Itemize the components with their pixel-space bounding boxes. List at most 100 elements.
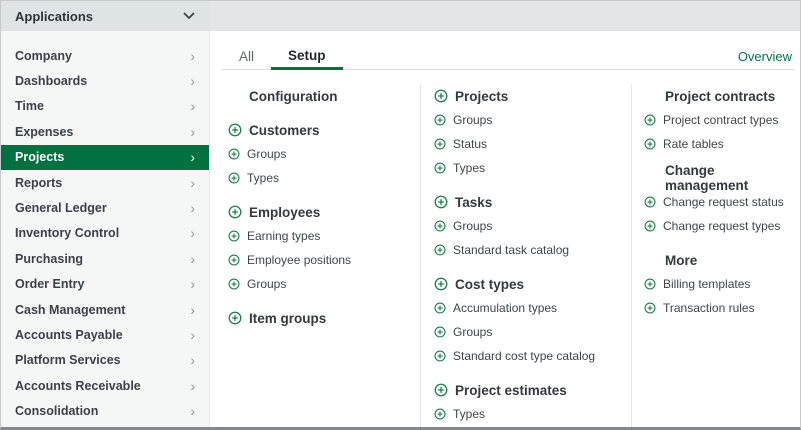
- chevron-right-icon: ›: [190, 150, 195, 164]
- menu-item-change-request-types[interactable]: Change request types: [644, 214, 800, 238]
- menu-item-estimate-types[interactable]: Types: [434, 402, 631, 426]
- menu-item-rate-tables[interactable]: Rate tables: [644, 132, 800, 156]
- add-icon: [434, 195, 448, 209]
- projects-menu-panel: All Setup Overview Configuration Custome…: [210, 31, 800, 427]
- menu-item-employee-positions[interactable]: Employee positions: [228, 248, 420, 272]
- menu-item-transaction-rules[interactable]: Transaction rules: [644, 296, 800, 320]
- add-icon: [644, 278, 656, 290]
- sidebar-item-projects[interactable]: Projects›: [1, 145, 209, 170]
- applications-menu-header[interactable]: Applications: [1, 1, 210, 31]
- sidebar-item-time[interactable]: Time›: [1, 94, 209, 119]
- chevron-down-icon[interactable]: [183, 12, 195, 20]
- menu-item-task-groups[interactable]: Groups: [434, 214, 631, 238]
- column-configuration: Configuration Customers Groups Types Emp…: [210, 84, 420, 427]
- add-icon: [644, 220, 656, 232]
- add-icon: [434, 244, 446, 256]
- menu-header-cost-types[interactable]: Cost types: [434, 272, 631, 296]
- section-header-configuration: Configuration: [228, 84, 420, 108]
- sidebar-item-consolidation[interactable]: Consolidation›: [1, 398, 209, 423]
- menu-item-project-groups[interactable]: Groups: [434, 108, 631, 132]
- add-icon: [228, 230, 240, 242]
- tab-all[interactable]: All: [222, 43, 271, 69]
- column-contracts-more: Project contracts Project contract types…: [631, 84, 800, 427]
- sidebar-item-reports[interactable]: Reports›: [1, 170, 209, 195]
- add-icon: [228, 148, 240, 160]
- add-icon: [434, 114, 446, 126]
- menu-item-earning-types[interactable]: Earning types: [228, 224, 420, 248]
- chevron-right-icon: ›: [190, 379, 195, 393]
- sidebar-item-accounts-payable[interactable]: Accounts Payable›: [1, 322, 209, 347]
- add-icon: [434, 138, 446, 150]
- add-icon: [228, 205, 242, 219]
- add-icon: [434, 408, 446, 420]
- add-icon: [228, 278, 240, 290]
- add-icon: [228, 254, 240, 266]
- chevron-right-icon: ›: [190, 49, 195, 63]
- add-icon: [434, 89, 448, 103]
- add-icon: [434, 220, 446, 232]
- tab-bar: All Setup Overview: [222, 31, 794, 70]
- add-icon: [228, 172, 240, 184]
- sidebar-item-company[interactable]: Company›: [1, 43, 209, 68]
- menu-item-billing-templates[interactable]: Billing templates: [644, 272, 800, 296]
- app-window: Applications Company› Dashboards› Time› …: [0, 0, 801, 430]
- sidebar-item-dashboards[interactable]: Dashboards›: [1, 68, 209, 93]
- sidebar-item-platform-services[interactable]: Platform Services›: [1, 348, 209, 373]
- menu-header-employees[interactable]: Employees: [228, 200, 420, 224]
- chevron-right-icon: ›: [190, 252, 195, 266]
- add-icon: [434, 277, 448, 291]
- column-projects: Projects Groups Status Types Tasks Group…: [420, 84, 631, 427]
- chevron-right-icon: ›: [190, 404, 195, 418]
- menu-item-accumulation-types[interactable]: Accumulation types: [434, 296, 631, 320]
- menu-item-customer-groups[interactable]: Groups: [228, 142, 420, 166]
- add-icon: [434, 326, 446, 338]
- add-icon: [644, 114, 656, 126]
- menu-header-projects[interactable]: Projects: [434, 84, 631, 108]
- sidebar-item-order-entry[interactable]: Order Entry›: [1, 272, 209, 297]
- add-icon: [644, 138, 656, 150]
- chevron-right-icon: ›: [190, 176, 195, 190]
- menu-header-item-groups[interactable]: Item groups: [228, 306, 420, 330]
- chevron-right-icon: ›: [190, 74, 195, 88]
- sidebar-item-accounts-receivable[interactable]: Accounts Receivable›: [1, 373, 209, 398]
- applications-sidebar: Company› Dashboards› Time› Expenses› Pro…: [1, 31, 210, 427]
- top-bar: Applications: [1, 1, 800, 31]
- menu-header-customers[interactable]: Customers: [228, 118, 420, 142]
- menu-item-change-request-status[interactable]: Change request status: [644, 190, 800, 214]
- sidebar-item-purchasing[interactable]: Purchasing›: [1, 246, 209, 271]
- applications-menu-title: Applications: [15, 9, 93, 24]
- chevron-right-icon: ›: [190, 277, 195, 291]
- menu-item-customer-types[interactable]: Types: [228, 166, 420, 190]
- menu-item-cost-type-groups[interactable]: Groups: [434, 320, 631, 344]
- add-icon: [228, 123, 242, 137]
- overview-link[interactable]: Overview: [738, 49, 794, 64]
- sidebar-item-general-ledger[interactable]: General Ledger›: [1, 195, 209, 220]
- sidebar-item-cash-management[interactable]: Cash Management›: [1, 297, 209, 322]
- chevron-right-icon: ›: [190, 328, 195, 342]
- menu-header-project-estimates[interactable]: Project estimates: [434, 378, 631, 402]
- setup-menu-columns: Configuration Customers Groups Types Emp…: [210, 70, 800, 427]
- section-header-more: More: [644, 248, 800, 272]
- menu-item-project-types[interactable]: Types: [434, 156, 631, 180]
- sidebar-item-inventory-control[interactable]: Inventory Control›: [1, 221, 209, 246]
- section-header-project-contracts: Project contracts: [644, 84, 800, 108]
- chevron-right-icon: ›: [190, 226, 195, 240]
- tab-setup[interactable]: Setup: [271, 43, 343, 70]
- add-icon: [434, 383, 448, 397]
- menu-item-project-status[interactable]: Status: [434, 132, 631, 156]
- menu-item-project-contract-types[interactable]: Project contract types: [644, 108, 800, 132]
- menu-item-standard-cost-type-catalog[interactable]: Standard cost type catalog: [434, 344, 631, 368]
- chevron-right-icon: ›: [190, 99, 195, 113]
- sidebar-item-expenses[interactable]: Expenses›: [1, 119, 209, 144]
- chevron-right-icon: ›: [190, 125, 195, 139]
- chevron-right-icon: ›: [190, 201, 195, 215]
- menu-item-standard-task-catalog[interactable]: Standard task catalog: [434, 238, 631, 262]
- add-icon: [434, 162, 446, 174]
- add-icon: [434, 350, 446, 362]
- menu-header-tasks[interactable]: Tasks: [434, 190, 631, 214]
- add-icon: [644, 302, 656, 314]
- add-icon: [644, 196, 656, 208]
- menu-item-employee-groups[interactable]: Groups: [228, 272, 420, 296]
- top-bar-filler: [210, 1, 800, 31]
- section-header-change-management: Change management: [644, 166, 800, 190]
